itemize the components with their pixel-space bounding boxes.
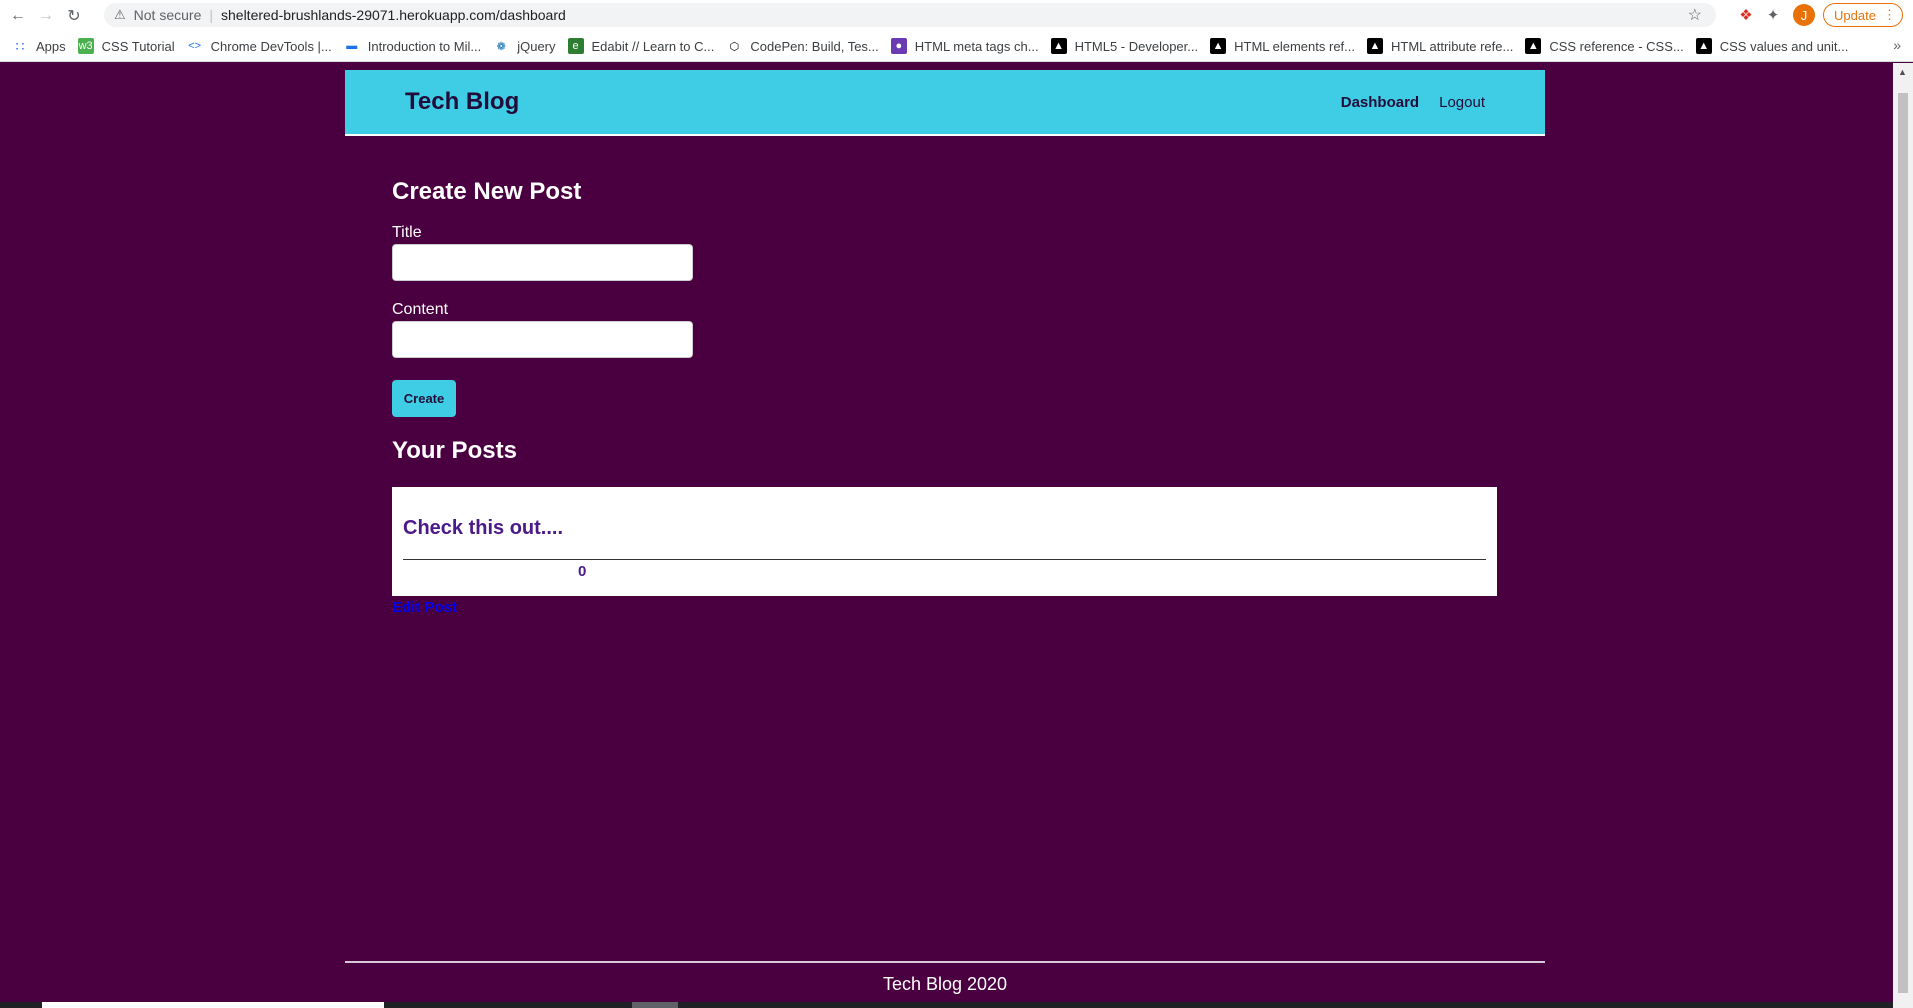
page-viewport: Tech Blog Dashboard Logout Create New Po… [0, 63, 1893, 1008]
dashboard-main: Create New Post Title Content Create You… [392, 178, 1497, 617]
update-button[interactable]: Update ⋮ [1823, 3, 1903, 27]
bookmark-item[interactable]: ▲ HTML elements ref... [1210, 38, 1355, 54]
bookmark-item[interactable]: ● HTML meta tags ch... [890, 38, 1039, 54]
browser-toolbar: ← → ↻ ⚠ Not secure | sheltered-brushland… [0, 0, 1913, 31]
bookmark-label: HTML5 - Developer... [1074, 38, 1199, 54]
bookmark-label: HTML meta tags ch... [914, 38, 1039, 54]
bookmark-label: HTML attribute refe... [1391, 38, 1514, 54]
bookmark-label: Chrome DevTools |... [210, 38, 332, 54]
edabit-icon: e [567, 38, 584, 54]
more-bookmarks-icon[interactable]: » [1893, 37, 1901, 53]
bookmark-item[interactable]: e Edabit // Learn to C... [567, 38, 715, 54]
page-scrollbar[interactable]: ▲ [1893, 63, 1913, 1008]
edit-post-link[interactable]: Edit Post [392, 599, 457, 616]
site-nav: Dashboard Logout [1341, 94, 1485, 111]
update-label: Update [1834, 7, 1876, 23]
nav-dashboard-link[interactable]: Dashboard [1341, 94, 1419, 111]
title-input[interactable] [392, 244, 693, 281]
post-title[interactable]: Check this out.... [403, 517, 563, 540]
scrollbar-thumb[interactable] [1898, 93, 1908, 993]
bookmark-label: Introduction to Mil... [367, 38, 482, 54]
menu-dots-icon[interactable]: ⋮ [1883, 7, 1896, 23]
w3schools-icon: w3 [77, 38, 94, 54]
taskbar-strip [0, 1002, 1893, 1008]
mdn-icon: ▲ [1695, 38, 1712, 54]
bookmark-label: CSS reference - CSS... [1549, 38, 1684, 54]
bookmark-item[interactable]: ▲ HTML attribute refe... [1367, 38, 1513, 54]
create-post-heading: Create New Post [392, 178, 582, 205]
codepen-icon: ⬡ [729, 40, 740, 53]
footer-text: Tech Blog 2020 [882, 974, 1008, 994]
bookmark-label: CSS Tutorial [101, 38, 175, 54]
devtools-icon: <> [188, 40, 202, 52]
warning-icon[interactable]: ⚠ [114, 7, 126, 23]
bookmark-label: Apps [36, 38, 66, 54]
bookmark-label: CodePen: Build, Tes... [750, 38, 879, 54]
taskbar-segment [42, 1002, 384, 1008]
bookmark-item[interactable]: <> Chrome DevTools |... [187, 38, 332, 54]
site-header: Tech Blog Dashboard Logout [345, 70, 1545, 136]
create-button[interactable]: Create [392, 380, 456, 417]
taskbar-segment [632, 1002, 678, 1008]
bookmark-item[interactable]: ⬡ CodePen: Build, Tes... [726, 38, 879, 54]
doc-icon: ▬ [346, 40, 358, 52]
content-label: Content [392, 301, 449, 318]
bookmark-item[interactable]: ▲ HTML5 - Developer... [1050, 38, 1199, 54]
bookmark-label: CSS values and unit... [1719, 38, 1849, 54]
content-input[interactable] [392, 321, 693, 358]
bookmark-item[interactable]: ▲ CSS values and unit... [1695, 38, 1849, 54]
bookmark-item[interactable]: ▲ CSS reference - CSS... [1525, 38, 1684, 54]
address-separator: | [209, 7, 213, 23]
bookmark-item[interactable]: w3 CSS Tutorial [77, 38, 175, 54]
bookmarks-bar: ∷ Apps w3 CSS Tutorial <> Chrome DevTool… [0, 31, 1913, 62]
address-bar[interactable]: ⚠ Not secure | sheltered-brushlands-2907… [104, 3, 1716, 27]
mdn-icon: ▲ [1525, 38, 1542, 54]
puzzle-extensions-icon[interactable]: ✦ [1763, 5, 1783, 25]
bookmark-item[interactable]: ❁ jQuery [493, 38, 556, 54]
nav-logout-link[interactable]: Logout [1439, 94, 1485, 111]
post-card[interactable]: Check this out.... 0 [392, 487, 1497, 596]
your-posts-heading: Your Posts [392, 437, 517, 464]
title-label: Title [392, 224, 422, 241]
bookmark-label: jQuery [517, 38, 556, 54]
comment-count: 0 [578, 563, 587, 580]
jquery-icon: ❁ [496, 40, 506, 53]
site-footer: Tech Blog 2020 [345, 961, 1545, 995]
bookmark-icon: ● [890, 38, 907, 54]
back-arrow-icon[interactable]: ← [8, 6, 28, 26]
apps-grid-icon: ∷ [15, 37, 25, 54]
mdn-icon: ▲ [1050, 38, 1067, 54]
url-text[interactable]: sheltered-brushlands-29071.herokuapp.com… [221, 7, 566, 23]
scroll-up-arrow-icon[interactable]: ▲ [1898, 67, 1907, 77]
mdn-icon: ▲ [1367, 38, 1383, 54]
bookmark-item[interactable]: ∷ Apps [12, 38, 66, 54]
security-label[interactable]: Not secure [134, 7, 202, 23]
reload-icon[interactable]: ↻ [64, 6, 84, 26]
site-title[interactable]: Tech Blog [405, 88, 519, 116]
post-divider [403, 559, 1486, 560]
profile-avatar[interactable]: J [1793, 4, 1815, 26]
bookmark-label: Edabit // Learn to C... [591, 38, 715, 54]
bookmark-star-icon[interactable]: ☆ [1688, 5, 1702, 25]
bookmark-label: HTML elements ref... [1234, 38, 1355, 54]
bookmark-item[interactable]: ▬ Introduction to Mil... [344, 38, 481, 54]
extension-icon[interactable]: ❖ [1736, 5, 1756, 25]
forward-arrow-icon[interactable]: → [36, 6, 56, 26]
mdn-icon: ▲ [1210, 38, 1227, 54]
